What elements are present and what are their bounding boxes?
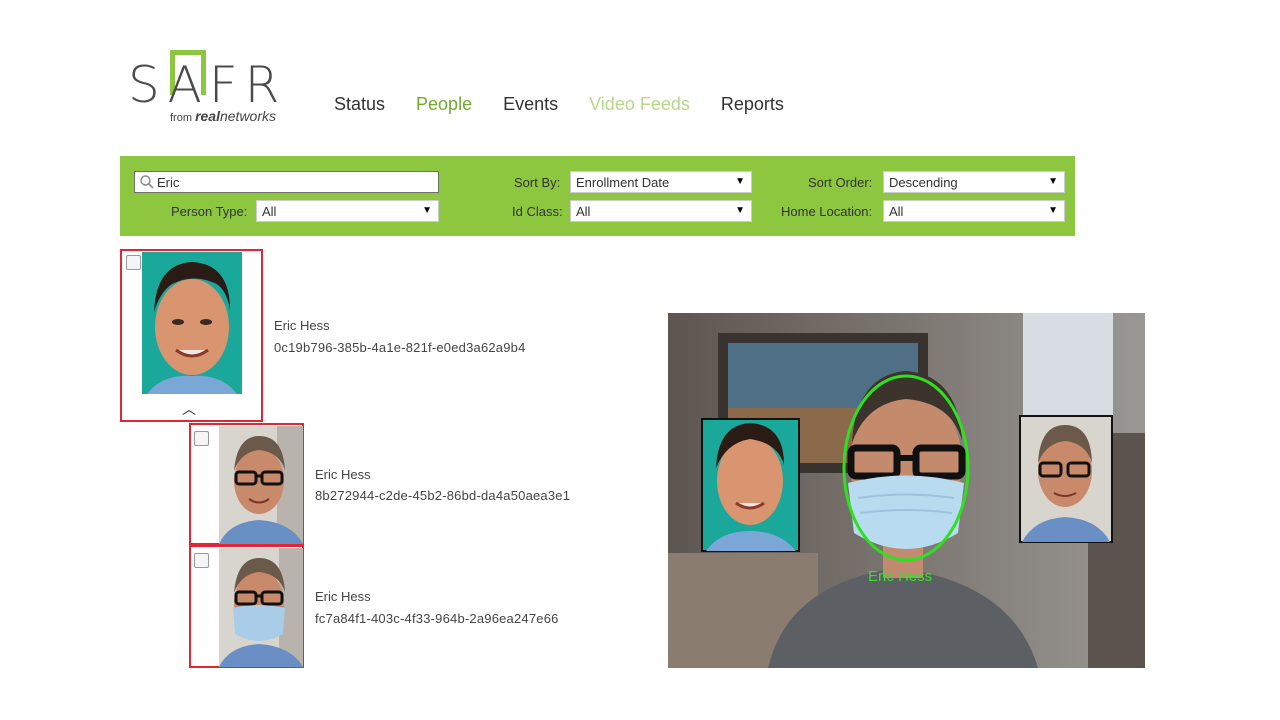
person-photo <box>142 252 242 394</box>
dropdown-arrow-icon: ▼ <box>735 176 745 187</box>
sort-by-label: Sort By: <box>514 175 561 190</box>
home-location-select[interactable]: All ▼ <box>883 200 1065 222</box>
sort-by-value: Enrollment Date <box>576 174 670 190</box>
person-id: fc7a84f1-403c-4f33-964b-2a96ea247e66 <box>315 611 559 626</box>
dropdown-arrow-icon: ▼ <box>422 205 432 216</box>
safr-logo: SAFR from realnetworks <box>128 50 298 125</box>
dropdown-arrow-icon: ▼ <box>1048 205 1058 216</box>
sort-order-select[interactable]: Descending ▼ <box>883 171 1065 193</box>
person-name[interactable]: Eric Hess <box>274 318 330 333</box>
person-card[interactable] <box>189 423 304 545</box>
dropdown-arrow-icon: ▼ <box>1048 176 1058 187</box>
person-type-value: All <box>262 203 277 219</box>
id-class-value: All <box>576 203 591 219</box>
logo-subtitle: from realnetworks <box>170 108 276 124</box>
filter-bar: Sort By: Enrollment Date ▼ Sort Order: D… <box>120 156 1075 236</box>
select-checkbox[interactable] <box>126 255 141 270</box>
nav-status[interactable]: Status <box>334 94 385 115</box>
select-checkbox[interactable] <box>194 431 209 446</box>
logo-sub-prefix: from <box>170 112 192 124</box>
person-type-label: Person Type: <box>171 204 248 219</box>
match-thumbnail-recent <box>1019 415 1113 543</box>
home-location-value: All <box>889 203 904 219</box>
nav-events[interactable]: Events <box>503 94 558 115</box>
home-location-label: Home Location: <box>781 204 873 219</box>
person-card[interactable]: ︿ <box>120 249 263 422</box>
dropdown-arrow-icon: ▼ <box>735 205 745 216</box>
sort-by-select[interactable]: Enrollment Date ▼ <box>570 171 752 193</box>
nav-people[interactable]: People <box>416 94 472 115</box>
sort-order-label: Sort Order: <box>808 175 873 190</box>
search-icon <box>140 175 154 189</box>
select-checkbox[interactable] <box>194 553 209 568</box>
person-photo <box>219 548 303 667</box>
person-card[interactable] <box>189 545 304 668</box>
id-class-select[interactable]: All ▼ <box>570 200 752 222</box>
logo-sub-brand-italic: networks <box>219 108 277 124</box>
person-name[interactable]: Eric Hess <box>315 467 371 482</box>
nav-video-feeds[interactable]: Video Feeds <box>589 94 690 115</box>
search-input[interactable] <box>155 174 429 190</box>
recognized-name-label: Eric Hess <box>868 568 933 585</box>
logo-wordmark: SAFR <box>128 56 287 114</box>
video-feed <box>668 313 1145 668</box>
person-type-select[interactable]: All ▼ <box>256 200 439 222</box>
logo-sub-brand-bold: real <box>195 108 220 124</box>
person-name[interactable]: Eric Hess <box>315 589 371 604</box>
main-nav: Status People Events Video Feeds Reports <box>334 94 784 115</box>
collapse-chevron-icon[interactable]: ︿ <box>182 399 196 419</box>
nav-reports[interactable]: Reports <box>721 94 784 115</box>
person-id: 8b272944-c2de-45b2-86bd-da4a50aea3e1 <box>315 488 571 503</box>
match-thumbnail-enrolled <box>701 418 800 552</box>
sort-order-value: Descending <box>889 174 958 190</box>
person-photo <box>219 426 303 544</box>
search-box[interactable] <box>134 171 439 193</box>
id-class-label: Id Class: <box>512 204 563 219</box>
person-id: 0c19b796-385b-4a1e-821f-e0ed3a62a9b4 <box>274 340 526 355</box>
